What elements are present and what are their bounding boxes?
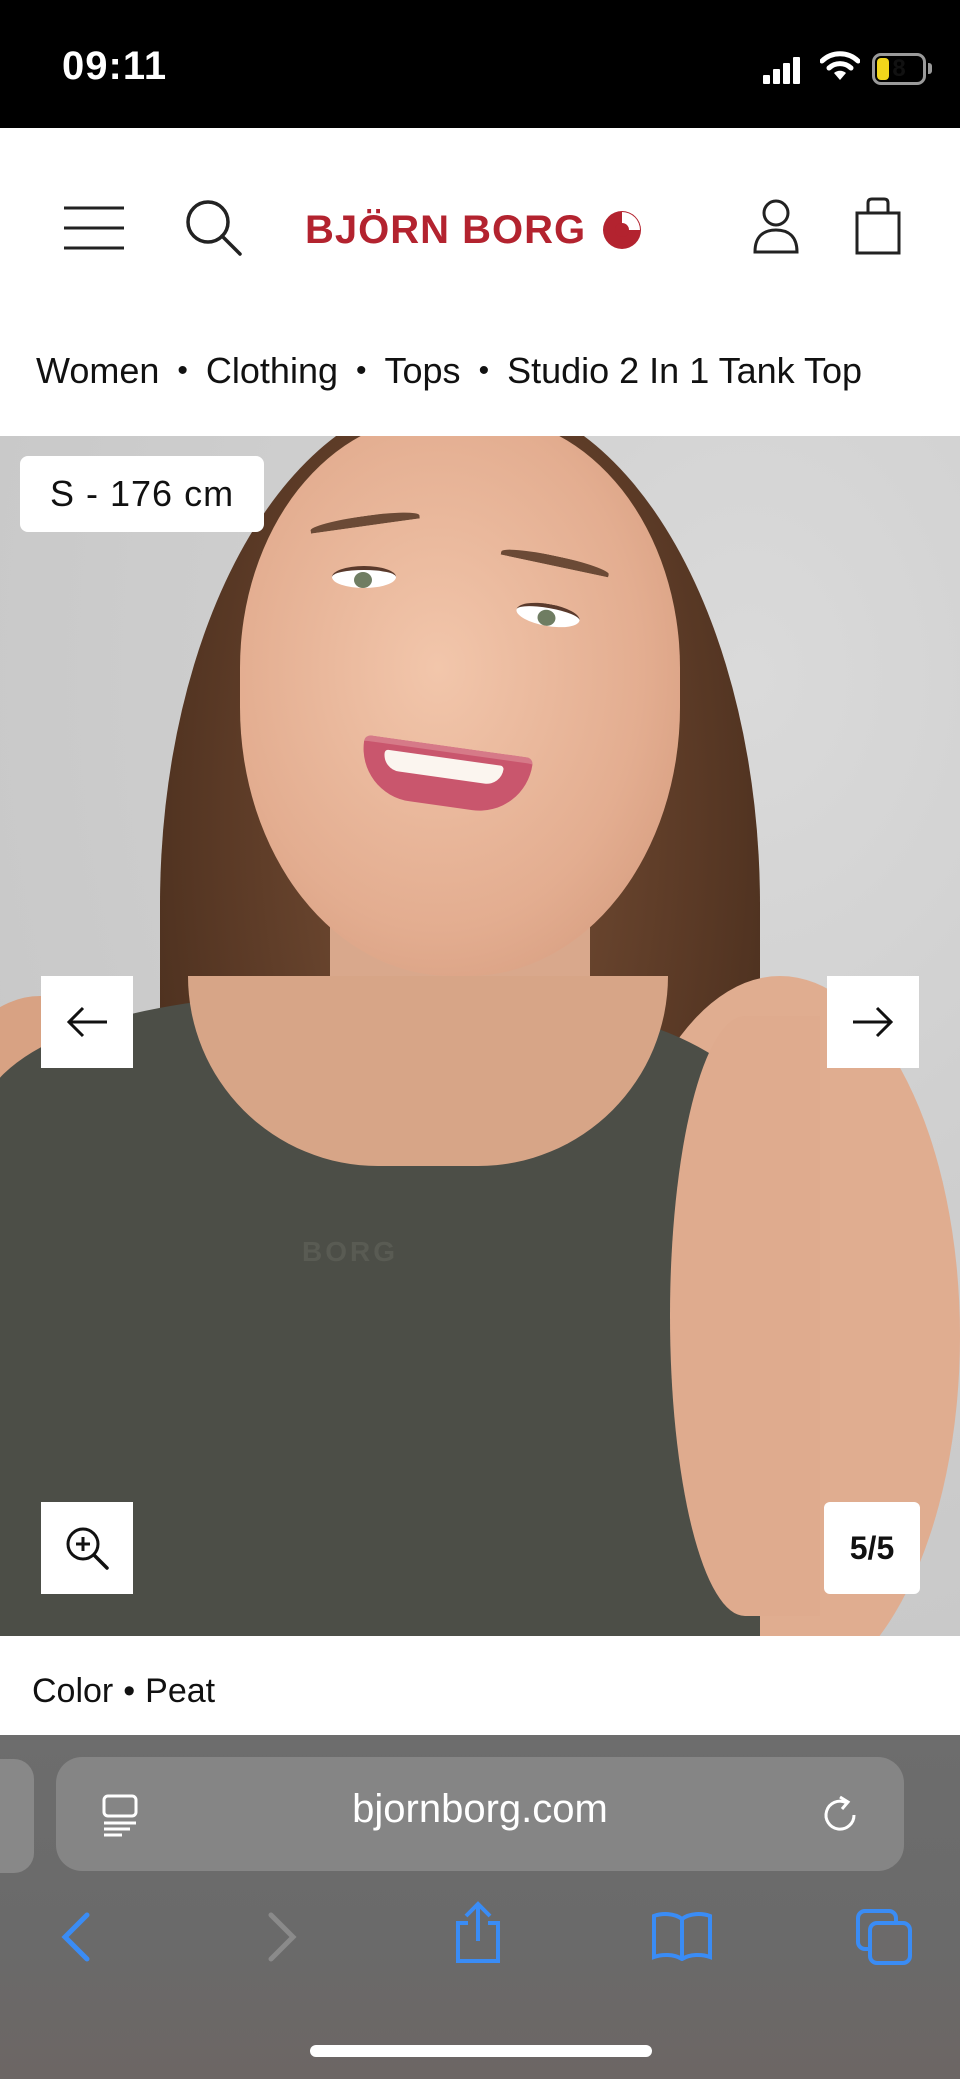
browser-toolbar: bjornborg.com [0, 1735, 960, 2079]
tabs-button[interactable] [848, 1901, 920, 1973]
breadcrumb: Women • Clothing • Tops • Studio 2 In 1 … [36, 350, 862, 392]
arrow-left-icon [66, 1006, 107, 1038]
brand-logo[interactable]: BJÖRN BORG [305, 200, 642, 260]
status-bar: 09:11 8 [0, 0, 960, 128]
site-header: BJÖRN BORG [0, 128, 960, 318]
product-gallery[interactable]: BORG S - 176 cm 5/5 [0, 436, 960, 1636]
breadcrumb-item-tops[interactable]: Tops [385, 350, 461, 392]
account-icon [753, 199, 799, 254]
arrow-right-icon [853, 1006, 894, 1038]
breadcrumb-item-current: Studio 2 In 1 Tank Top [507, 350, 863, 391]
account-button[interactable] [738, 186, 814, 266]
color-label: Color [32, 1672, 114, 1710]
brand-name: BJÖRN BORG [305, 207, 587, 252]
previous-image-button[interactable] [41, 976, 133, 1068]
menu-button[interactable] [56, 190, 132, 266]
battery-icon: 8 [872, 53, 926, 85]
forward-button[interactable] [250, 1905, 314, 1969]
reload-icon [824, 1795, 856, 1831]
back-icon [61, 1912, 90, 1962]
garment-logo: BORG [302, 1236, 398, 1267]
battery-level: 8 [892, 55, 906, 82]
forward-icon [268, 1912, 297, 1962]
tabs-icon [856, 1909, 912, 1965]
previous-tab-peek[interactable] [0, 1759, 34, 1873]
bookmarks-button[interactable] [644, 1903, 720, 1967]
breadcrumb-separator: • [356, 354, 367, 387]
share-button[interactable] [446, 1897, 510, 1969]
search-button[interactable] [176, 190, 252, 266]
share-icon [456, 1901, 500, 1963]
wifi-icon [820, 51, 860, 80]
model-size-label: S - 176 cm [20, 456, 265, 532]
back-button[interactable] [44, 1905, 108, 1969]
zoom-in-icon [66, 1527, 109, 1570]
breadcrumb-item-women[interactable]: Women [36, 350, 159, 392]
home-indicator[interactable] [310, 2045, 652, 2057]
search-icon [186, 200, 242, 256]
breadcrumb-item-clothing[interactable]: Clothing [206, 350, 338, 392]
reload-button[interactable] [812, 1787, 868, 1843]
brand-mark-icon [603, 211, 642, 249]
address-bar[interactable]: bjornborg.com [56, 1757, 904, 1871]
signal-icon [763, 56, 801, 84]
breadcrumb-separator: • [177, 354, 188, 387]
color-value: Peat [145, 1672, 216, 1710]
zoom-button[interactable] [41, 1502, 133, 1594]
bag-icon [855, 197, 901, 255]
color-separator: • [123, 1672, 136, 1710]
color-info: Color • Peat [32, 1672, 215, 1711]
bookmarks-icon [652, 1912, 712, 1961]
image-counter: 5/5 [824, 1502, 920, 1594]
status-time: 09:11 [62, 44, 168, 88]
cart-button[interactable] [840, 186, 916, 266]
breadcrumb-separator: • [478, 354, 490, 387]
url-text: bjornborg.com [352, 1787, 608, 1831]
battery-tip [928, 63, 932, 74]
menu-icon [64, 206, 124, 250]
next-image-button[interactable] [827, 976, 919, 1068]
